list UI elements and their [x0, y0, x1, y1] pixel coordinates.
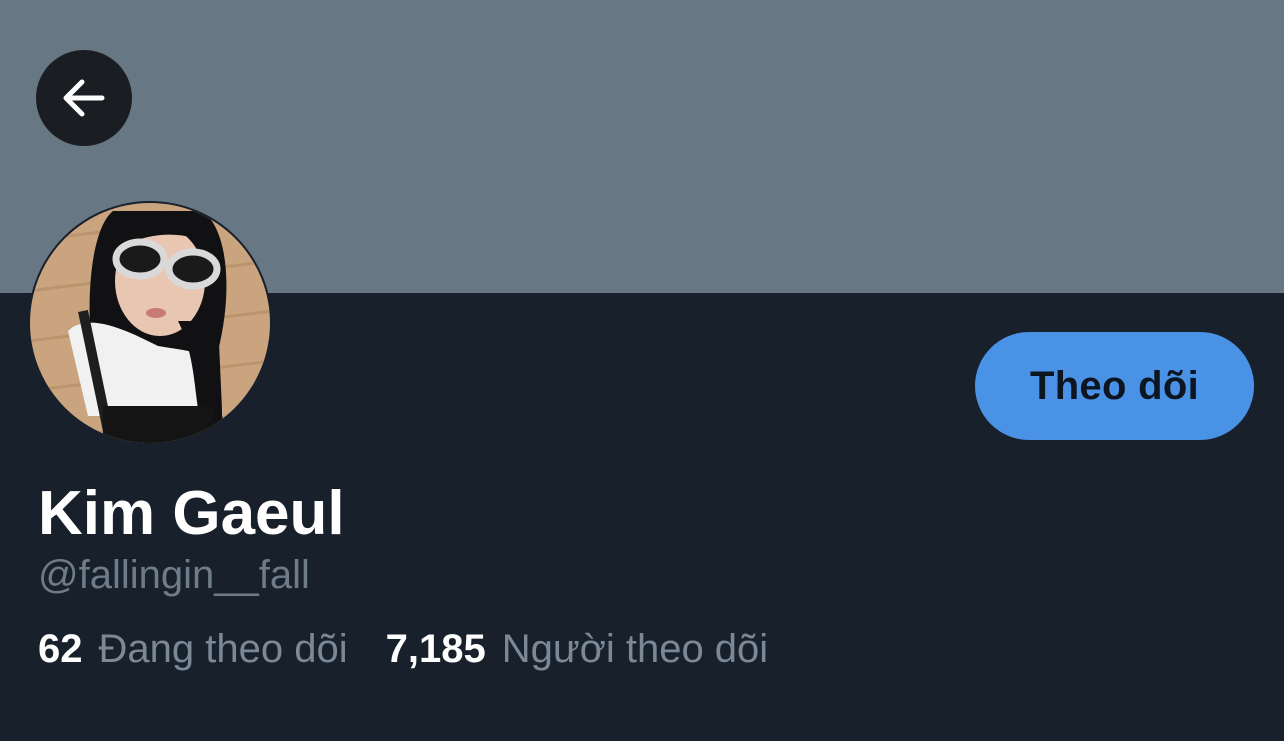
username-handle: @fallingin__fall	[38, 553, 310, 597]
followers-label: Người theo dõi	[501, 627, 769, 671]
arrow-left-icon	[58, 72, 110, 124]
avatar[interactable]	[28, 201, 272, 445]
profile-page: Theo dõi Kim Gaeul @fallingin__fall 62 Đ…	[0, 0, 1284, 741]
back-button[interactable]	[36, 50, 132, 146]
display-name: Kim Gaeul	[38, 479, 345, 548]
follow-button[interactable]: Theo dõi	[975, 332, 1254, 440]
followers-count: 7,185	[385, 627, 486, 671]
followers-stat[interactable]: 7,185 Người theo dõi	[386, 627, 769, 672]
following-label: Đang theo dõi	[98, 627, 348, 671]
profile-stats: 62 Đang theo dõi 7,185 Người theo dõi	[38, 627, 768, 672]
following-stat[interactable]: 62 Đang theo dõi	[38, 627, 348, 672]
following-count: 62	[38, 627, 83, 671]
